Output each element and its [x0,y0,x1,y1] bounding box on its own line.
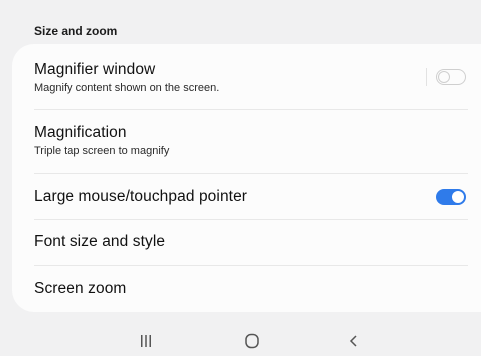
home-icon [245,333,259,349]
magnifier-window-switch[interactable] [436,69,466,85]
setting-subtitle: Magnify content shown on the screen. [34,82,220,94]
divider [34,265,468,266]
large-pointer-switch[interactable] [436,189,466,205]
recent-apps-button[interactable] [131,330,161,352]
settings-card: Magnifier window Magnify content shown o… [12,44,481,312]
vertical-divider [426,68,427,86]
navigation-bar [0,322,481,356]
setting-subtitle: Triple tap screen to magnify [34,145,170,157]
setting-title: Magnifier window [34,61,156,78]
divider [34,219,468,220]
divider [34,173,468,174]
setting-magnifier-window[interactable]: Magnifier window Magnify content shown o… [34,61,468,101]
section-header: Size and zoom [34,24,118,38]
switch-knob [451,190,465,204]
divider [34,109,468,110]
switch-knob [438,70,450,83]
setting-title: Magnification [34,124,127,141]
home-button[interactable] [237,330,267,352]
setting-font-size-style[interactable]: Font size and style [34,233,468,255]
setting-screen-zoom[interactable]: Screen zoom [34,280,468,302]
setting-title: Screen zoom [34,280,127,297]
back-icon [349,335,357,347]
back-button[interactable] [339,330,369,352]
setting-large-pointer[interactable]: Large mouse/touchpad pointer [34,188,468,210]
setting-magnification[interactable]: Magnification Triple tap screen to magni… [34,124,468,164]
recent-apps-icon [141,335,151,347]
setting-title: Large mouse/touchpad pointer [34,188,248,205]
setting-title: Font size and style [34,233,166,250]
settings-screen: Size and zoom Magnifier window Magnify c… [0,0,481,356]
